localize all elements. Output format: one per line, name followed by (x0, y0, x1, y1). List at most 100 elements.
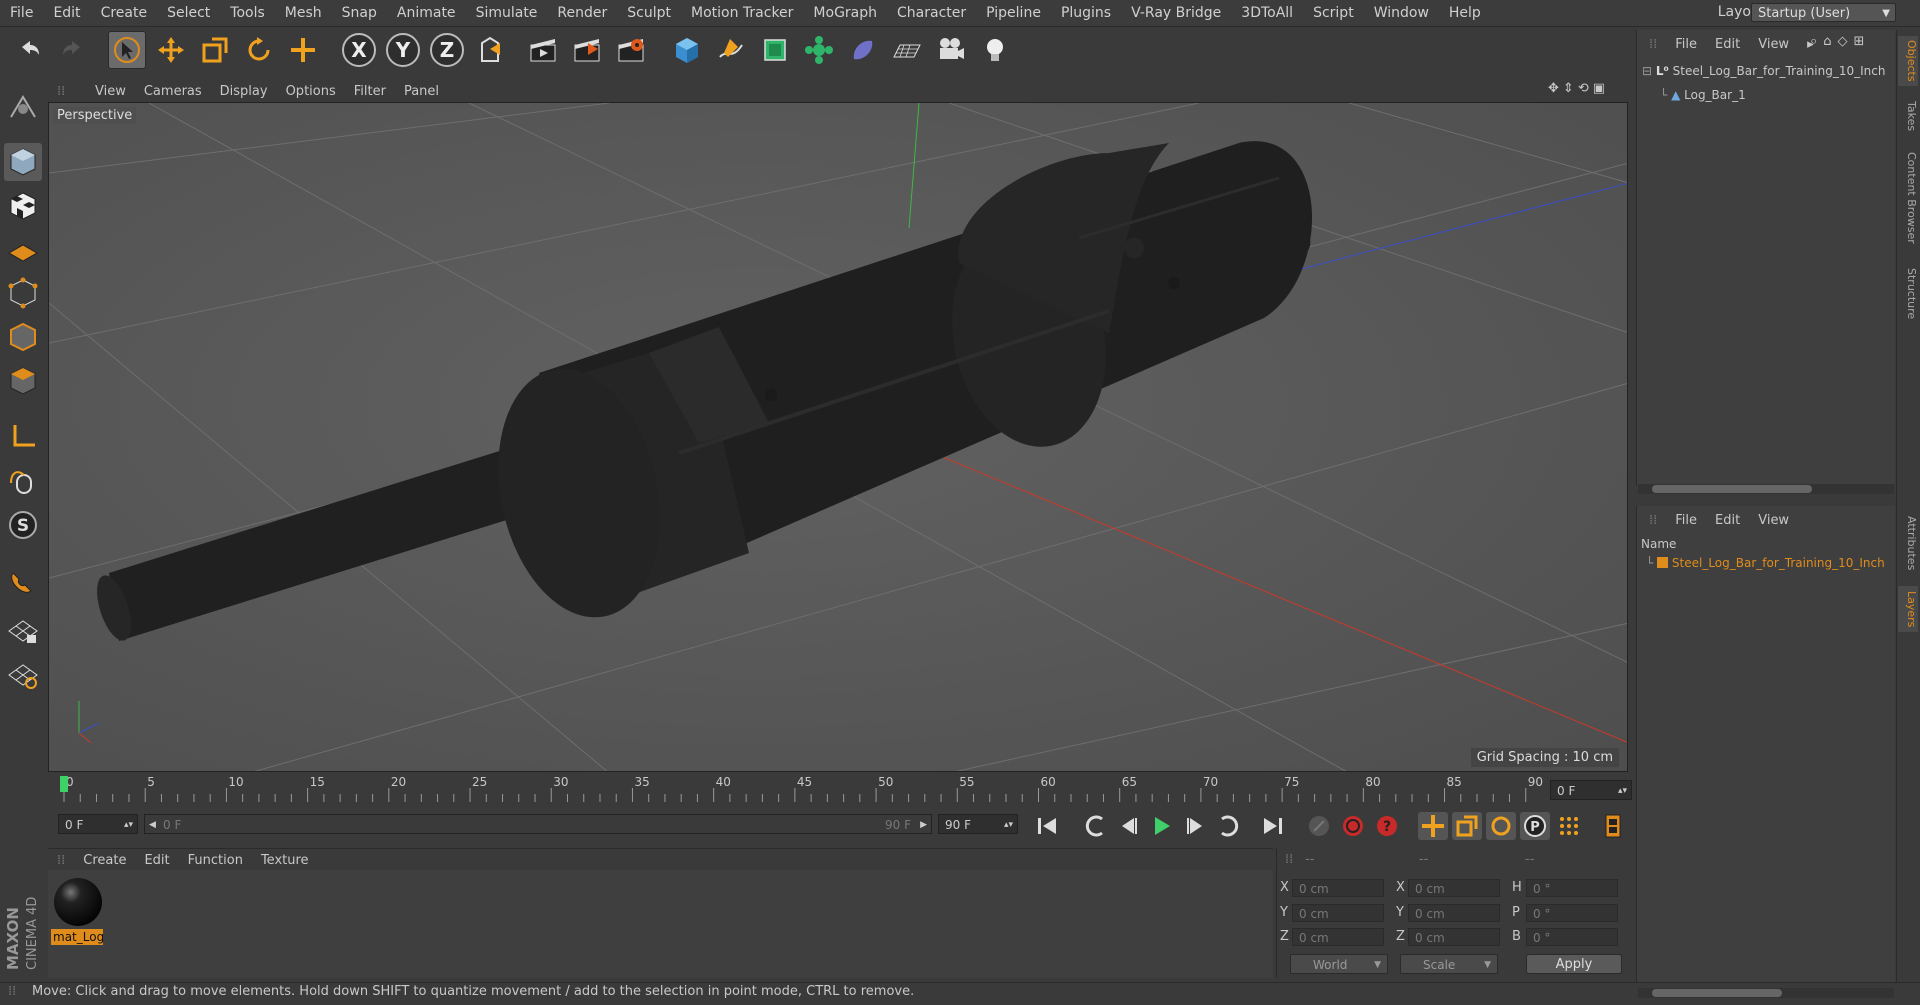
orbit-icon[interactable]: ⟲ (1578, 81, 1589, 101)
render-picture-viewer-button[interactable] (568, 31, 606, 69)
layers-menu-view[interactable]: View (1749, 513, 1798, 528)
tab-layers[interactable]: Layers (1898, 586, 1918, 632)
size-x-field[interactable]: 0 cm (1408, 879, 1500, 897)
go-to-end-button[interactable] (1258, 812, 1288, 840)
points-mode-button[interactable] (4, 274, 42, 312)
add-subdivision-button[interactable] (756, 31, 794, 69)
menu-mograph[interactable]: MoGraph (803, 5, 887, 21)
key-parameter-button[interactable]: P (1520, 812, 1550, 840)
add-camera-button[interactable] (932, 31, 970, 69)
3d-viewport[interactable]: Perspective Grid Spacing : 10 cm (48, 102, 1628, 772)
scrollbar-thumb[interactable] (1652, 989, 1782, 997)
render-settings-button[interactable] (612, 31, 650, 69)
viewport-menu-options[interactable]: Options (277, 84, 345, 99)
menu-render[interactable]: Render (547, 5, 617, 21)
key-rotation-button[interactable] (1486, 812, 1516, 840)
position-x-field[interactable]: 0 cm (1292, 879, 1384, 897)
z-axis-lock[interactable]: Z (428, 31, 466, 69)
scale-tool[interactable] (196, 31, 234, 69)
snap-button[interactable]: S (4, 506, 42, 544)
position-z-field[interactable]: 0 cm (1292, 928, 1384, 946)
polygons-mode-button[interactable] (4, 362, 42, 400)
texture-mode-button[interactable] (4, 187, 42, 225)
viewport-menu-filter[interactable]: Filter (345, 84, 395, 99)
record-active-objects-button[interactable] (1338, 812, 1368, 840)
collapse-icon[interactable]: ◇ (1838, 34, 1848, 49)
new-window-icon[interactable]: ⊞ (1854, 34, 1865, 49)
viewport-menu-cameras[interactable]: Cameras (135, 84, 211, 99)
add-floor-button[interactable] (888, 31, 926, 69)
playhead-marker[interactable] (60, 776, 68, 792)
live-selection-tool[interactable] (108, 31, 146, 69)
key-position-button[interactable] (1418, 812, 1448, 840)
maximize-view-icon[interactable]: ▣ (1593, 81, 1605, 101)
timeline-ruler[interactable]: 0 5 10 15 20 25 30 35 40 45 50 55 60 65 70 75 80 85 90 (48, 774, 1628, 804)
menu-script[interactable]: Script (1303, 5, 1364, 21)
viewport-menu-view[interactable]: View (86, 84, 135, 99)
key-pla-button[interactable] (1554, 812, 1584, 840)
menu-create[interactable]: Create (91, 5, 158, 21)
magnet-button[interactable] (4, 562, 42, 600)
menu-snap[interactable]: Snap (332, 5, 387, 21)
objects-scrollbar[interactable] (1638, 484, 1894, 494)
menu-mesh[interactable]: Mesh (275, 5, 332, 21)
add-light-button[interactable] (976, 31, 1014, 69)
menu-window[interactable]: Window (1364, 5, 1439, 21)
axis-mode-button[interactable] (4, 418, 42, 456)
menu-tools[interactable]: Tools (220, 5, 275, 21)
play-forward-button[interactable] (1146, 812, 1176, 840)
layers-menu-edit[interactable]: Edit (1706, 513, 1749, 528)
layers-menu-file[interactable]: File (1666, 513, 1706, 528)
objects-menu-edit[interactable]: Edit (1706, 37, 1749, 52)
menu-edit[interactable]: Edit (43, 5, 90, 21)
search-icon[interactable]: ⌕ (1810, 34, 1817, 49)
autokeying-button[interactable]: ? (1372, 812, 1402, 840)
material-menu-texture[interactable]: Texture (252, 853, 318, 868)
menu-vray-bridge[interactable]: V-Ray Bridge (1121, 5, 1231, 21)
rotate-tool[interactable] (240, 31, 278, 69)
workplane-mode-button[interactable] (4, 230, 42, 268)
tab-content-browser[interactable]: Content Browser (1898, 146, 1918, 250)
make-editable-button[interactable] (4, 88, 42, 126)
redo-button[interactable] (54, 31, 92, 69)
menu-sculpt[interactable]: Sculpt (617, 5, 681, 21)
menu-help[interactable]: Help (1439, 5, 1491, 21)
move-tool[interactable] (152, 31, 190, 69)
previous-key-button[interactable] (1080, 812, 1110, 840)
pan-icon[interactable]: ✥ (1548, 81, 1559, 101)
layer-row[interactable]: └ Steel_Log_Bar_for_Training_10_Inch (1646, 556, 1892, 574)
dolly-icon[interactable]: ⇕ (1563, 81, 1574, 101)
menu-select[interactable]: Select (157, 5, 220, 21)
render-view-button[interactable] (524, 31, 562, 69)
home-icon[interactable]: ⌂ (1823, 34, 1831, 49)
menu-character[interactable]: Character (887, 5, 976, 21)
add-spline-pen-button[interactable] (712, 31, 750, 69)
viewport-menu-panel[interactable]: Panel (395, 84, 448, 99)
material-menu-create[interactable]: Create (74, 853, 135, 868)
size-y-field[interactable]: 0 cm (1408, 904, 1500, 922)
menu-pipeline[interactable]: Pipeline (976, 5, 1051, 21)
object-row-null[interactable]: ⊟ L⁰ Steel_Log_Bar_for_Training_10_Inch (1642, 64, 1892, 82)
current-frame-field[interactable]: 0 F ▴▾ (1550, 780, 1632, 800)
model-mode-button[interactable] (4, 143, 42, 181)
size-z-field[interactable]: 0 cm (1408, 928, 1500, 946)
undo-button[interactable] (10, 31, 48, 69)
start-frame-field[interactable]: 0 F ▴▾ (58, 814, 138, 834)
coordinate-system-button[interactable] (472, 31, 510, 69)
y-axis-lock[interactable]: Y (384, 31, 422, 69)
apply-button[interactable]: Apply (1526, 954, 1622, 974)
previous-frame-button[interactable] (1114, 812, 1144, 840)
timeline-window-button[interactable] (1598, 812, 1628, 840)
objects-menu-file[interactable]: File (1666, 37, 1706, 52)
rotation-h-field[interactable]: 0 ° (1526, 879, 1618, 897)
add-mograph-cloner-button[interactable] (800, 31, 838, 69)
next-key-button[interactable] (1214, 812, 1244, 840)
tab-takes[interactable]: Takes (1898, 96, 1918, 136)
recent-tool[interactable] (284, 31, 322, 69)
add-cube-button[interactable] (668, 31, 706, 69)
add-deformer-button[interactable] (844, 31, 882, 69)
tab-objects[interactable]: Objects (1898, 36, 1918, 86)
preview-range-slider[interactable]: ◀ 0 F 90 F ▶ (144, 814, 932, 834)
menu-3dtoall[interactable]: 3DToAll (1231, 5, 1303, 21)
position-y-field[interactable]: 0 cm (1292, 904, 1384, 922)
